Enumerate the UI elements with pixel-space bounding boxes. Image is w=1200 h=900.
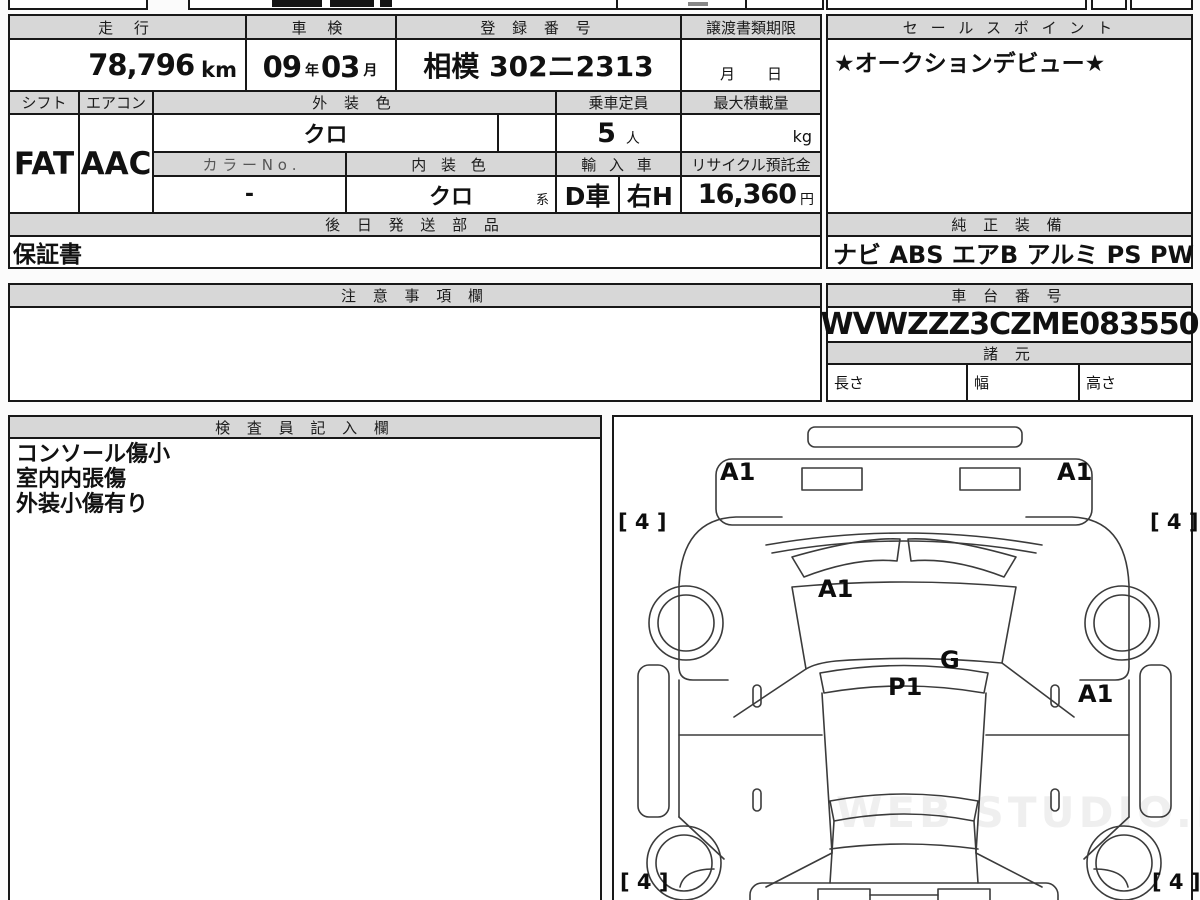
cropped-row-cell <box>826 0 1087 10</box>
cropped-text-fragment <box>330 0 374 7</box>
inspector-notes-header: 検 査 員 記 入 欄 <box>8 415 602 439</box>
notes-body <box>8 306 822 402</box>
cropped-row-cell <box>1091 0 1127 10</box>
cropped-text-fragment <box>688 2 708 6</box>
aircon-value: AAC <box>78 113 154 214</box>
cropped-row-cell <box>8 0 148 10</box>
inspection-header: 車 検 <box>245 14 397 40</box>
cropped-row-cell <box>616 0 747 10</box>
mileage-header: 走 行 <box>8 14 247 40</box>
dimension-width-cell: 幅 <box>966 363 1080 402</box>
dimension-length-cell: 長さ <box>826 363 968 402</box>
watermark: WEB STUDIO.PRO <box>836 788 1200 837</box>
tire-depth-rear-right: [ 4 ] <box>1152 870 1200 894</box>
tire-depth-front-right: [ 4 ] <box>1150 510 1199 534</box>
auction-sheet: 走 行 車 検 登 録 番 号 譲渡書類期限 78,796 km 09 年 03… <box>0 0 1200 900</box>
import-car-value-left: D車 <box>555 175 620 214</box>
sales-point-value: ★オークションデビュー★ <box>826 38 1193 214</box>
inspector-note-line: 室内内張傷 <box>16 467 127 492</box>
damage-mark-roof: P1 <box>888 673 923 701</box>
inspector-notes-body: コンソール傷小 室内内張傷 外装小傷有り <box>8 437 602 900</box>
damage-mark-front-bumper-right: A1 <box>1057 458 1093 486</box>
recycle-deposit-header: リサイクル預託金 <box>680 151 822 177</box>
import-car-value-right: 右H <box>618 175 682 214</box>
import-car-header: 輸 入 車 <box>555 151 682 177</box>
color-no-header: カ ラ ー N o . <box>152 151 347 177</box>
cropped-text-fragment <box>272 0 322 7</box>
chassis-number-value: WVWZZZ3CZME083550 <box>820 306 1199 343</box>
passenger-capacity-header: 乗車定員 <box>555 90 682 115</box>
genuine-equipment-value: ナビ ABS エアB アルミ PS PW <box>826 235 1194 269</box>
exterior-color-suffix-cell <box>497 113 557 153</box>
exterior-color-header: 外 装 色 <box>152 90 557 115</box>
recycle-deposit-value: 16,360 円 <box>680 175 822 214</box>
sales-point-header: セ ー ル ス ポ イ ン ト <box>826 14 1193 40</box>
registration-header: 登 録 番 号 <box>395 14 682 40</box>
shift-header: シフト <box>8 90 80 115</box>
dimensions-header: 諸 元 <box>826 341 1193 365</box>
interior-color-header: 内 装 色 <box>345 151 557 177</box>
aircon-header: エアコン <box>78 90 154 115</box>
interior-color-value: クロ 系 <box>345 175 557 214</box>
cropped-row-cell <box>745 0 824 10</box>
tire-depth-rear-left: [ 4 ] <box>620 870 669 894</box>
mileage-value: 78,796 km <box>8 38 247 92</box>
damage-mark-right-rear-door: A1 <box>1078 680 1114 708</box>
dimension-height-cell: 高さ <box>1078 363 1193 402</box>
tire-depth-front-left: [ 4 ] <box>618 510 667 534</box>
max-load-value: kg <box>680 113 822 153</box>
inspection-value: 09 年 03 月 <box>245 38 397 92</box>
inspector-note-line: 外装小傷有り <box>16 492 149 517</box>
cropped-text-fragment <box>380 0 392 7</box>
passenger-capacity-value: 5 人 <box>555 113 682 153</box>
color-no-value: - <box>152 175 347 214</box>
inspector-note-line: コンソール傷小 <box>16 442 171 467</box>
later-parts-value: 保証書 <box>8 235 822 269</box>
cropped-row-cell <box>188 0 618 10</box>
damage-mark-hood: A1 <box>818 575 854 603</box>
registration-value: 相模 302ニ2313 <box>395 38 682 92</box>
exterior-color-value: クロ <box>152 113 499 153</box>
notes-header: 注 意 事 項 欄 <box>8 283 822 308</box>
damage-mark-windshield: G <box>940 646 960 674</box>
shift-value: FAT <box>8 113 80 214</box>
transfer-deadline-value: 月 日 <box>680 38 822 92</box>
genuine-equipment-header: 純 正 装 備 <box>826 212 1193 237</box>
cropped-row-cell <box>1130 0 1193 10</box>
transfer-deadline-header: 譲渡書類期限 <box>680 14 822 40</box>
later-parts-header: 後 日 発 送 部 品 <box>8 212 822 237</box>
max-load-header: 最大積載量 <box>680 90 822 115</box>
chassis-number-header: 車 台 番 号 <box>826 283 1193 308</box>
damage-mark-front-bumper-left: A1 <box>720 458 756 486</box>
